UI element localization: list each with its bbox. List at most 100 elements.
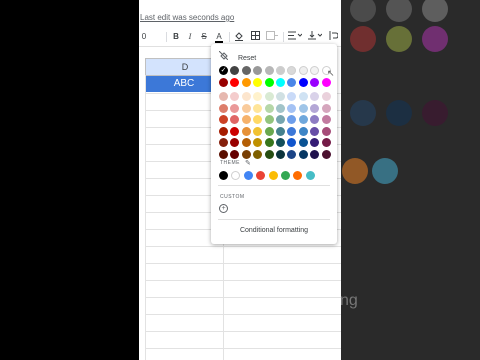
theme-color-swatch[interactable]: [293, 171, 303, 180]
color-swatch[interactable]: [241, 66, 251, 75]
color-swatch[interactable]: [298, 126, 308, 136]
color-swatch[interactable]: [276, 115, 285, 124]
color-swatch[interactable]: [241, 115, 251, 124]
color-swatch[interactable]: [276, 103, 285, 113]
color-swatch[interactable]: [219, 103, 228, 113]
color-swatch[interactable]: [310, 126, 320, 136]
color-swatch[interactable]: [264, 138, 274, 147]
color-swatch[interactable]: [253, 103, 263, 113]
color-swatch[interactable]: [253, 149, 263, 159]
color-swatch[interactable]: [253, 126, 263, 136]
color-swatch[interactable]: [253, 92, 263, 101]
color-swatch[interactable]: [230, 115, 240, 124]
color-swatch[interactable]: [298, 92, 308, 101]
theme-color-swatch[interactable]: [219, 171, 228, 180]
color-swatch[interactable]: [321, 103, 331, 113]
merge-icon[interactable]: [265, 31, 279, 44]
color-swatch[interactable]: [276, 126, 285, 136]
color-swatch[interactable]: [241, 103, 251, 113]
color-swatch[interactable]: [310, 115, 320, 124]
reset-button[interactable]: Reset: [218, 50, 256, 63]
italic-button[interactable]: I: [185, 31, 195, 43]
last-edit-link[interactable]: Last edit was seconds ago: [140, 13, 234, 22]
color-swatch[interactable]: [230, 126, 240, 136]
color-swatch[interactable]: [298, 78, 308, 87]
color-swatch[interactable]: [241, 92, 251, 101]
color-swatch[interactable]: [276, 78, 285, 87]
color-swatch[interactable]: [276, 138, 285, 147]
color-swatch[interactable]: [298, 66, 308, 75]
color-swatch[interactable]: [219, 138, 228, 147]
align-left-icon[interactable]: [287, 31, 303, 44]
color-swatch[interactable]: [241, 78, 251, 87]
color-swatch[interactable]: [298, 149, 308, 159]
color-swatch[interactable]: [310, 103, 320, 113]
font-size-suffix[interactable]: 0: [139, 31, 149, 43]
wrap-icon[interactable]: [327, 31, 339, 44]
color-swatch[interactable]: ✓: [219, 66, 228, 75]
valign-bottom-icon[interactable]: [307, 31, 323, 44]
theme-color-swatch[interactable]: [268, 171, 278, 180]
color-swatch[interactable]: [298, 138, 308, 147]
color-swatch[interactable]: [264, 126, 274, 136]
theme-color-swatch[interactable]: [281, 171, 290, 180]
theme-color-swatch[interactable]: [231, 171, 241, 180]
borders-icon[interactable]: [249, 31, 261, 44]
theme-color-swatch[interactable]: [305, 171, 315, 180]
color-swatch[interactable]: [219, 126, 228, 136]
conditional-formatting-link[interactable]: Conditional formatting: [211, 227, 337, 234]
color-swatch[interactable]: [287, 126, 297, 136]
color-swatch[interactable]: [230, 103, 240, 113]
add-custom-color-icon[interactable]: +: [219, 204, 228, 213]
color-swatch[interactable]: [219, 115, 228, 124]
color-swatch[interactable]: [264, 149, 274, 159]
color-swatch[interactable]: [310, 78, 320, 87]
color-swatch[interactable]: [287, 66, 297, 75]
color-swatch[interactable]: [321, 138, 331, 147]
color-swatch[interactable]: [310, 92, 320, 101]
color-swatch[interactable]: [287, 149, 297, 159]
color-swatch[interactable]: [287, 92, 297, 101]
color-swatch[interactable]: [253, 138, 263, 147]
color-swatch[interactable]: [253, 66, 263, 75]
color-swatch[interactable]: [219, 149, 228, 159]
color-swatch[interactable]: [321, 78, 331, 87]
color-swatch[interactable]: [287, 78, 297, 87]
color-swatch[interactable]: [219, 92, 228, 101]
strikethrough-button[interactable]: S: [199, 31, 209, 43]
color-swatch[interactable]: [230, 78, 240, 87]
color-swatch[interactable]: [276, 149, 285, 159]
color-swatch[interactable]: [230, 92, 240, 101]
edit-theme-icon[interactable]: ✎: [245, 159, 251, 167]
color-swatch[interactable]: [264, 103, 274, 113]
color-swatch[interactable]: [230, 66, 240, 75]
color-swatch[interactable]: [230, 149, 240, 159]
color-swatch[interactable]: [310, 138, 320, 147]
color-swatch[interactable]: [298, 115, 308, 124]
color-swatch[interactable]: [276, 66, 285, 75]
color-swatch[interactable]: [310, 66, 320, 75]
theme-color-swatch[interactable]: [256, 171, 266, 180]
color-swatch[interactable]: [298, 103, 308, 113]
paint-bucket-icon[interactable]: [233, 31, 245, 45]
color-swatch[interactable]: [287, 103, 297, 113]
color-swatch[interactable]: [287, 115, 297, 124]
color-swatch[interactable]: [241, 149, 251, 159]
color-swatch[interactable]: [264, 92, 274, 101]
color-swatch[interactable]: [241, 138, 251, 147]
color-swatch[interactable]: [253, 78, 263, 87]
bold-button[interactable]: B: [171, 31, 181, 43]
color-swatch[interactable]: [287, 138, 297, 147]
color-swatch[interactable]: [276, 92, 285, 101]
color-swatch[interactable]: [321, 92, 331, 101]
text-color-button[interactable]: A: [213, 31, 225, 43]
color-swatch[interactable]: [241, 126, 251, 136]
color-swatch[interactable]: [264, 115, 274, 124]
color-swatch[interactable]: [321, 115, 331, 124]
color-swatch[interactable]: [321, 126, 331, 136]
color-swatch[interactable]: [321, 149, 331, 159]
color-swatch[interactable]: [264, 78, 274, 87]
color-swatch[interactable]: [253, 115, 263, 124]
color-swatch[interactable]: [219, 78, 228, 87]
color-swatch[interactable]: [310, 149, 320, 159]
